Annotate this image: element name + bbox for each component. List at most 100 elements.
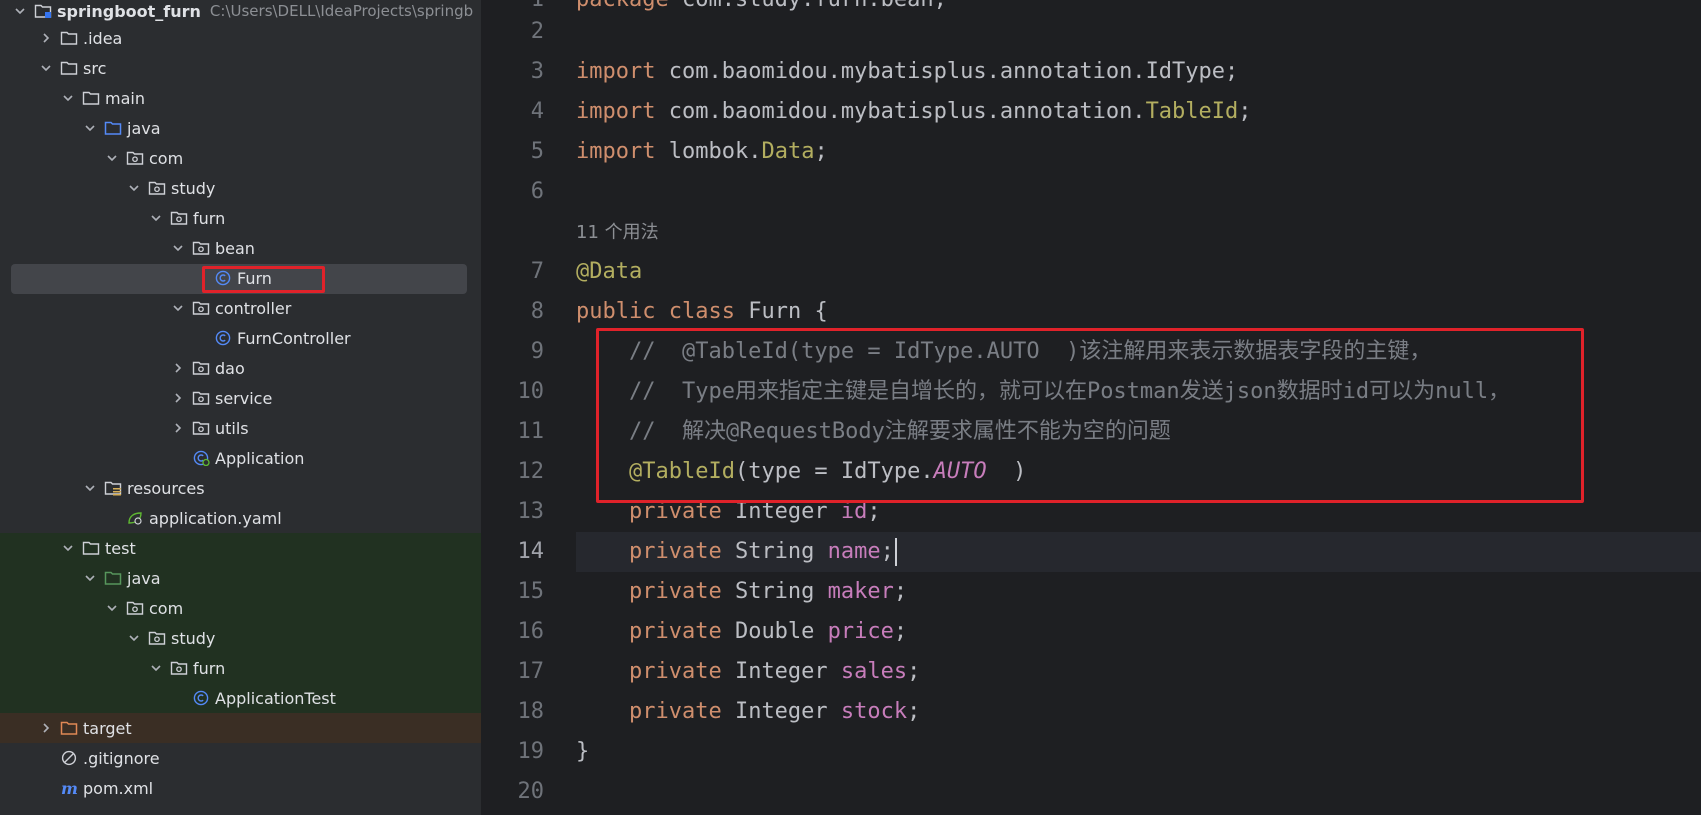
tree-item-label: ApplicationTest [215,688,336,708]
line-number: 6 [530,179,544,204]
class-icon [214,330,232,346]
tree-item-label: main [105,88,145,108]
tree-item-label: service [215,388,273,408]
chevron-down-icon[interactable] [82,480,98,496]
usages-hint[interactable]: 11 个用法 [576,220,659,246]
source-folder-icon [104,120,122,136]
line-number: 8 [530,299,544,324]
tree-item-src[interactable]: src [0,53,481,83]
tree-item-label: dao [215,358,245,378]
tree-item-application-yaml[interactable]: application.yaml [0,503,481,533]
tree-item-label: controller [215,298,292,318]
tree-item-target[interactable]: target [0,713,481,743]
tree-item-study[interactable]: study [0,173,481,203]
tree-item-applicationtest[interactable]: ApplicationTest [0,683,481,713]
project-tree-panel: springboot_furn C:\Users\DELL\IdeaProjec… [0,0,481,815]
tree-item-label: .idea [83,28,123,48]
package-icon [170,210,188,226]
folder-icon [60,30,78,46]
folder-icon [82,540,100,556]
class-icon [192,690,210,706]
tree-item-com[interactable]: com [0,143,481,173]
code-line-19[interactable]: } [576,732,589,772]
chevron-down-icon[interactable] [104,150,120,166]
package-icon [192,360,210,376]
spring-class-icon [192,450,210,466]
chevron-down-icon[interactable] [170,240,186,256]
chevron-down-icon[interactable] [104,600,120,616]
line-number: 19 [517,739,545,764]
line-number: 3 [530,59,544,84]
tree-item-main[interactable]: main [0,83,481,113]
tree-item-com[interactable]: com [0,593,481,623]
folder-icon [82,90,100,106]
chevron-right-icon[interactable] [38,720,54,736]
tree-item-java[interactable]: java [0,113,481,143]
tree-item-controller[interactable]: controller [0,293,481,323]
chevron-down-icon[interactable] [148,210,164,226]
tree-item-application[interactable]: Application [0,443,481,473]
package-icon [192,300,210,316]
chevron-down-icon[interactable] [170,300,186,316]
chevron-right-icon[interactable] [170,360,186,376]
text-caret [894,538,897,566]
chevron-right-icon[interactable] [170,420,186,436]
line-number: 2 [530,19,544,44]
package-icon [148,630,166,646]
code-line-3[interactable]: import com.baomidou.mybatisplus.annotati… [576,52,1238,92]
ignore-file-icon [60,750,78,766]
line-number: 7 [530,259,544,284]
package-icon [170,660,188,676]
maven-icon: m [60,780,78,796]
chevron-down-icon[interactable] [60,90,76,106]
chevron-down-icon[interactable] [148,660,164,676]
code-line-16[interactable]: private Double price; [576,612,907,652]
code-line-17[interactable]: private Integer sales; [576,652,920,692]
tree-item-resources[interactable]: resources [0,473,481,503]
tree-item-label: java [127,118,161,138]
tree-item-bean[interactable]: bean [0,233,481,263]
code-line-4[interactable]: import com.baomidou.mybatisplus.annotati… [576,92,1252,132]
chevron-down-icon[interactable] [38,60,54,76]
tree-item-label: application.yaml [149,508,282,528]
code-line-8[interactable]: public class Furn { [576,292,828,332]
chevron-right-icon[interactable] [170,390,186,406]
chevron-down-icon[interactable] [60,540,76,556]
tree-item-furn[interactable]: furn [0,203,481,233]
tree-item-study[interactable]: study [0,623,481,653]
tree-item-utils[interactable]: utils [0,413,481,443]
chevron-down-icon[interactable] [82,120,98,136]
tree-item-pom-xml[interactable]: m pom.xml [0,773,481,803]
line-number: 4 [530,99,544,124]
tree-item-idea[interactable]: .idea [0,23,481,53]
tree-item-dao[interactable]: dao [0,353,481,383]
line-number: 20 [517,779,545,804]
line-number: 11 [517,419,545,444]
package-icon [148,180,166,196]
code-line-1[interactable]: package com.study.furn.bean; [576,0,947,20]
tree-item-label: furn [193,658,226,678]
line-number: 14 [517,539,545,564]
tree-item-gitignore[interactable]: .gitignore [0,743,481,773]
line-number: 12 [517,459,545,484]
tree-item-java[interactable]: java [0,563,481,593]
chevron-down-icon[interactable] [82,570,98,586]
chevron-down-icon[interactable] [126,180,142,196]
tree-item-label: study [171,628,216,648]
package-icon [126,600,144,616]
tree-item-furncontroller[interactable]: FurnController [0,323,481,353]
code-line-15[interactable]: private String maker; [576,572,907,612]
tree-item-test[interactable]: test [0,533,481,563]
code-line-14[interactable]: private String name; [576,532,897,572]
folder-icon [60,60,78,76]
tree-item-furn[interactable]: furn [0,653,481,683]
code-line-7[interactable]: @Data [576,252,642,292]
line-number: 17 [517,659,545,684]
code-line-18[interactable]: private Integer stock; [576,692,920,732]
chevron-down-icon[interactable] [12,3,28,19]
tree-item-label: pom.xml [83,778,154,798]
chevron-down-icon[interactable] [126,630,142,646]
code-line-5[interactable]: import lombok.Data; [576,132,828,172]
chevron-right-icon[interactable] [38,30,54,46]
tree-item-service[interactable]: service [0,383,481,413]
